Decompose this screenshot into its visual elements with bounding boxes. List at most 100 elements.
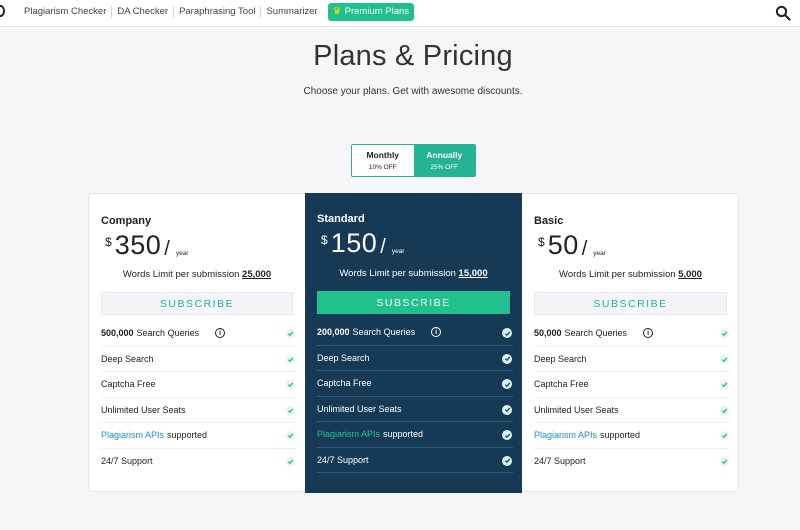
- word-limit-label: Words Limit per submission: [559, 269, 676, 280]
- price-period: year: [175, 250, 189, 257]
- feature-queries-count: 50,000: [534, 328, 562, 339]
- check-icon: [720, 405, 729, 415]
- word-limit-label: Words Limit per submission: [122, 269, 240, 280]
- info-icon[interactable]: i: [643, 328, 654, 339]
- feature-deep-search: Deep Search: [101, 347, 296, 372]
- check-icon: [286, 354, 295, 364]
- feature-queries-label: Search Queries: [136, 328, 200, 339]
- plagiarism-apis-link[interactable]: Plagiarism APIs: [534, 430, 597, 440]
- subscribe-button[interactable]: SUBSCRIBE: [317, 291, 510, 314]
- feature-label: Captcha Free: [317, 378, 372, 389]
- feature-queries-label: Search Queries: [352, 327, 416, 338]
- plan-card-company: Company $ 350 / year Words Limit per sub…: [89, 194, 305, 492]
- check-icon: [720, 456, 729, 466]
- nav-link-da-checker[interactable]: DA Checker: [111, 6, 173, 18]
- check-icon: [502, 455, 512, 466]
- feature-user-seats: Unlimited User Seats: [317, 397, 513, 422]
- plan-price: $ 150 / year: [321, 228, 404, 259]
- feature-list: 50,000 Search Queries i Deep Search Capt…: [534, 321, 730, 474]
- feature-captcha-free: Captcha Free: [534, 372, 730, 398]
- feature-label: supported: [383, 429, 424, 440]
- premium-plans-button[interactable]: ♛ Premium Plans: [327, 3, 415, 21]
- check-icon: [286, 329, 295, 338]
- nav-links: Plagiarism Checker DA Checker Paraphrasi…: [19, 3, 415, 21]
- subscribe-button[interactable]: SUBSCRIBE: [101, 292, 293, 315]
- feature-list: 200,000 Search Queries i Deep Search Cap…: [317, 320, 513, 473]
- subscribe-button[interactable]: SUBSCRIBE: [534, 292, 727, 315]
- feature-search-queries: 50,000 Search Queries i: [534, 321, 730, 347]
- price-slash: /: [380, 236, 386, 258]
- price-currency: $: [105, 235, 112, 249]
- crown-icon: ♛: [332, 6, 342, 17]
- page-subtitle: Choose your plans. Get with awesome disc…: [303, 86, 523, 97]
- nav-link-plagiarism-checker[interactable]: Plagiarism Checker: [19, 6, 111, 18]
- toggle-monthly-label: Monthly: [366, 150, 400, 160]
- top-nav: Plagiarism Checker DA Checker Paraphrasi…: [0, 0, 800, 27]
- word-limit-value: 25,000: [242, 269, 272, 280]
- plan-price: $ 350 / year: [105, 230, 188, 261]
- check-icon: [720, 354, 729, 364]
- info-icon[interactable]: i: [431, 327, 442, 338]
- logo[interactable]: [0, 5, 5, 17]
- feature-captcha-free: Captcha Free: [101, 372, 296, 398]
- check-icon: [720, 380, 729, 389]
- feature-apis: Plagiarism APIs supported: [534, 423, 730, 449]
- toggle-monthly[interactable]: Monthly 10% OFF: [352, 145, 414, 176]
- price-slash: /: [581, 238, 588, 260]
- feature-label: supported: [600, 430, 641, 441]
- check-icon: [502, 353, 512, 364]
- price-amount: 350: [114, 230, 162, 260]
- feature-label: supported: [167, 430, 208, 441]
- plan-card-basic: Basic $ 50 / year Words Limit per submis…: [522, 194, 739, 492]
- check-icon: [502, 430, 512, 440]
- toggle-monthly-discount: 10% OFF: [368, 164, 397, 171]
- feature-label: Deep Search: [101, 353, 154, 364]
- price-period: year: [391, 248, 405, 255]
- plagiarism-apis-link[interactable]: Plagiarism APIs: [101, 430, 164, 440]
- plan-price: $ 50 / year: [538, 230, 606, 261]
- feature-deep-search: Deep Search: [317, 346, 513, 371]
- word-limit-value: 5,000: [678, 269, 702, 280]
- feature-label: Captcha Free: [534, 379, 589, 390]
- feature-queries-count: 200,000: [317, 327, 350, 338]
- plagiarism-apis-link[interactable]: Plagiarism APIs: [317, 429, 380, 439]
- price-period: year: [593, 250, 606, 257]
- feature-support: 24/7 Support: [317, 448, 513, 473]
- price-currency: $: [321, 233, 328, 247]
- feature-user-seats: Unlimited User Seats: [101, 398, 296, 423]
- word-limit: Words Limit per submission 15,000: [317, 268, 510, 279]
- check-icon: [286, 405, 295, 415]
- check-icon: [286, 456, 295, 466]
- check-icon: [502, 379, 512, 389]
- check-icon: [720, 431, 729, 440]
- price-currency: $: [538, 235, 545, 249]
- info-icon[interactable]: i: [215, 328, 226, 339]
- word-limit: Words Limit per submission 5,000: [534, 269, 727, 280]
- feature-label: Deep Search: [317, 352, 370, 363]
- nav-link-summarizer[interactable]: Summarizer: [260, 6, 322, 18]
- check-icon: [720, 329, 729, 338]
- toggle-annually[interactable]: Annually 25% OFF: [413, 145, 475, 176]
- plan-card-standard: Standard $ 150 / year Words Limit per su…: [305, 193, 522, 493]
- feature-queries-label: Search Queries: [564, 328, 628, 339]
- feature-label: 24/7 Support: [534, 456, 586, 467]
- feature-label: Deep Search: [534, 353, 587, 364]
- premium-plans-label: Premium Plans: [344, 6, 410, 17]
- feature-apis: Plagiarism APIs supported: [317, 422, 513, 448]
- search-button[interactable]: [775, 5, 791, 21]
- price-slash: /: [164, 238, 170, 260]
- toggle-annually-label: Annually: [426, 150, 463, 160]
- check-icon: [286, 431, 295, 440]
- feature-deep-search: Deep Search: [534, 347, 730, 372]
- check-icon: [286, 380, 295, 389]
- word-limit-label: Words Limit per submission: [339, 268, 456, 279]
- feature-list: 500,000 Search Queries i Deep Search Cap…: [101, 321, 296, 474]
- plan-name: Basic: [534, 215, 564, 227]
- feature-label: Unlimited User Seats: [317, 403, 402, 414]
- nav-link-paraphrasing-tool[interactable]: Paraphrasing Tool: [173, 6, 260, 18]
- feature-support: 24/7 Support: [534, 449, 730, 475]
- price-amount: 50: [547, 230, 579, 260]
- feature-label: Unlimited User Seats: [101, 404, 186, 415]
- feature-captcha-free: Captcha Free: [317, 371, 513, 397]
- feature-user-seats: Unlimited User Seats: [534, 398, 730, 423]
